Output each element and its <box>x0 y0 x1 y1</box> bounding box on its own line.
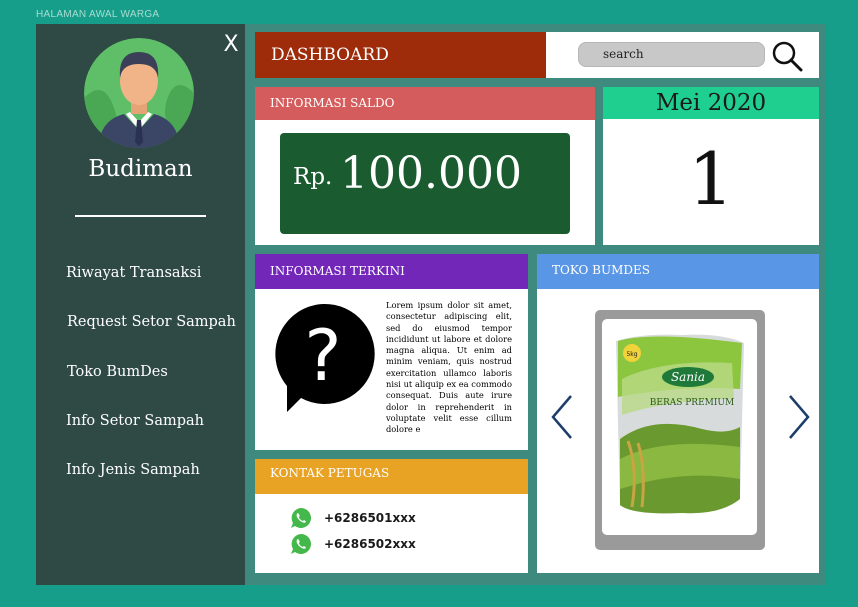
contact-header: KONTAK PETUGAS <box>255 459 528 494</box>
shop-card: TOKO BUMDES Sania BERAS PREMIUM 5kg <box>537 254 819 573</box>
dashboard-bar: DASHBOARD search <box>255 32 819 78</box>
name-divider <box>75 215 206 217</box>
saldo-card: INFORMASI SALDO Rp. 100.000 <box>255 87 595 245</box>
product-weight-text: 5kg <box>626 351 637 358</box>
close-button[interactable]: X <box>220 32 242 58</box>
sidebar-item-request-setor-sampah[interactable]: Request Setor Sampah <box>67 314 236 330</box>
contact-row[interactable]: +6286502xxx <box>290 533 416 555</box>
contact-number: +6286501xxx <box>324 511 416 525</box>
page-title: DASHBOARD <box>255 32 546 78</box>
chevron-left-icon[interactable] <box>549 393 575 441</box>
sidebar-item-info-jenis-sampah[interactable]: Info Jenis Sampah <box>66 462 200 478</box>
contact-number: +6286502xxx <box>324 537 416 551</box>
news-body: Lorem ipsum dolor sit amet, consectetur … <box>386 300 512 435</box>
contact-row[interactable]: +6286501xxx <box>290 507 416 529</box>
avatar-icon <box>84 38 194 148</box>
sidebar-item-riwayat-transaksi[interactable]: Riwayat Transaksi <box>66 265 201 281</box>
shop-header: TOKO BUMDES <box>537 254 819 289</box>
sidebar-item-toko-bumdes[interactable]: Toko BumDes <box>67 364 168 380</box>
saldo-box: Rp. 100.000 <box>280 133 570 234</box>
sidebar-item-info-setor-sampah[interactable]: Info Setor Sampah <box>66 413 204 429</box>
question-bubble-icon: ? <box>275 303 375 412</box>
saldo-currency: Rp. <box>293 164 333 190</box>
whatsapp-icon <box>291 508 311 528</box>
news-text-wrap: Lorem ipsum dolor sit amet, consectetur … <box>386 300 512 436</box>
sidebar: X Budiman Riwayat Transaksi Request Seto… <box>36 24 245 585</box>
product-name-text: BERAS PREMIUM <box>650 398 734 408</box>
rice-bag-image: Sania BERAS PREMIUM 5kg <box>616 334 744 514</box>
search-input[interactable]: search <box>578 42 765 67</box>
search-icon[interactable] <box>771 40 803 72</box>
news-card: INFORMASI TERKINI ? Lorem ipsum dolor si… <box>255 254 528 450</box>
news-header: INFORMASI TERKINI <box>255 254 528 289</box>
chevron-right-icon[interactable] <box>786 393 812 441</box>
svg-text:?: ? <box>304 315 341 397</box>
contact-card: KONTAK PETUGAS +6286501xxx +6286502xxx <box>255 459 528 573</box>
product-frame: Sania BERAS PREMIUM 5kg <box>595 310 765 550</box>
avatar <box>84 38 194 148</box>
product-image[interactable]: Sania BERAS PREMIUM 5kg <box>602 319 757 535</box>
saldo-amount: 100.000 <box>340 148 522 199</box>
user-name: Budiman <box>88 156 193 182</box>
whatsapp-icon <box>291 534 311 554</box>
page-label: HALAMAN AWAL WARGA <box>36 9 160 20</box>
calendar-card: Mei 2020 1 <box>603 87 819 245</box>
saldo-header: INFORMASI SALDO <box>255 87 595 120</box>
calendar-month: Mei 2020 <box>603 87 819 119</box>
product-brand-text: Sania <box>671 370 705 384</box>
calendar-day: 1 <box>688 137 734 221</box>
